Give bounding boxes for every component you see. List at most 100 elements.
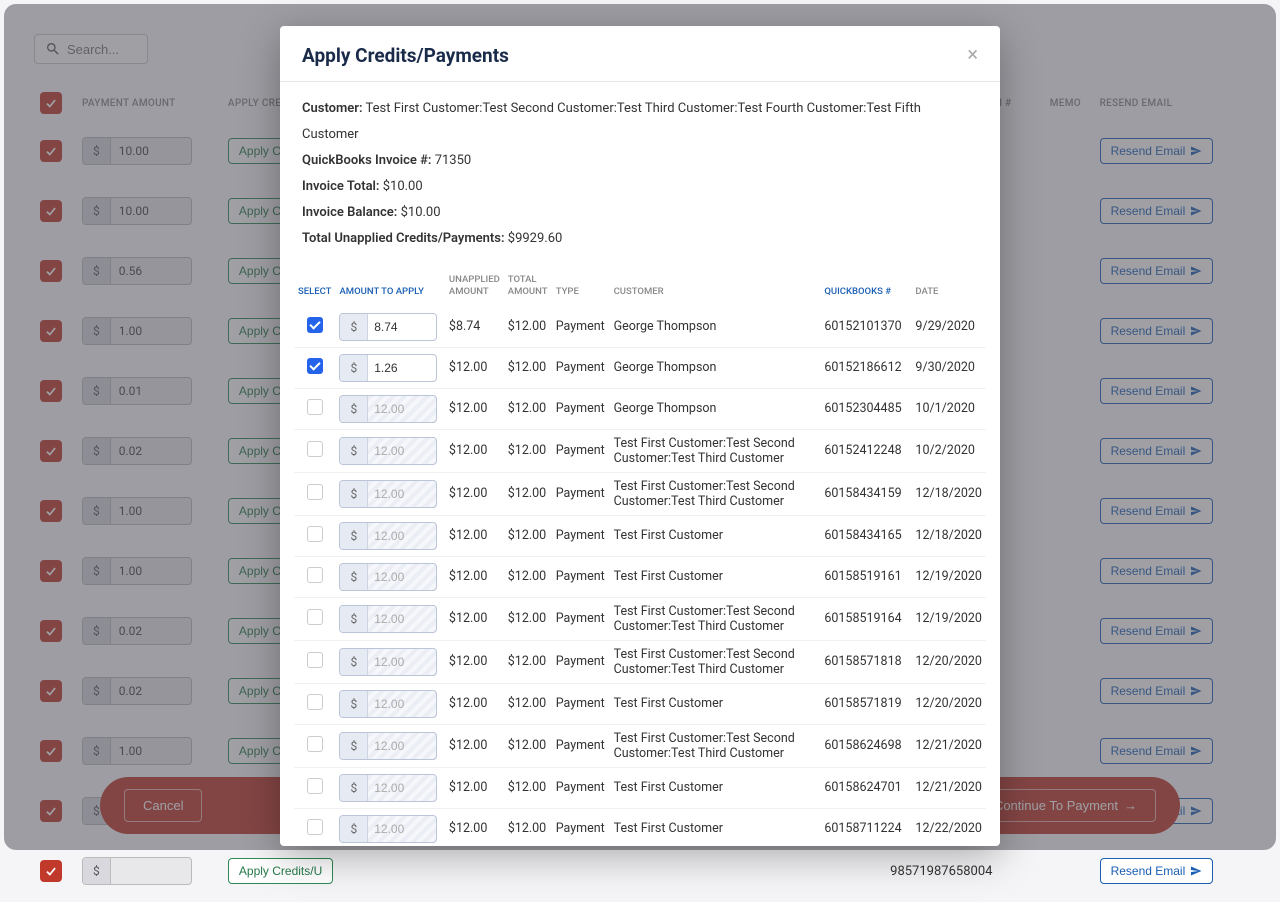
row-select-checkbox[interactable] [307, 484, 323, 500]
payment-amount-input[interactable]: $ [82, 857, 192, 885]
payment-date: 9/30/2020 [911, 347, 986, 388]
payment-type: Payment [552, 767, 610, 808]
payment-type: Payment [552, 808, 610, 846]
row-select-checkbox[interactable] [307, 567, 323, 583]
payment-date: 12/20/2020 [911, 640, 986, 683]
credit-row: $ $12.00 $12.00 Payment Test First Custo… [294, 515, 986, 556]
payment-type: Payment [552, 472, 610, 515]
payment-date: 12/18/2020 [911, 515, 986, 556]
amount-to-apply-input[interactable]: $ [339, 354, 437, 382]
total-amount: $12.00 [504, 347, 552, 388]
amount-to-apply-input: $ [339, 395, 437, 423]
total-amount: $12.00 [504, 388, 552, 429]
payment-type: Payment [552, 640, 610, 683]
unapplied-amount: $12.00 [445, 724, 504, 767]
dollar-icon: $ [340, 816, 368, 842]
amount-field [368, 775, 436, 801]
amount-field [368, 691, 436, 717]
amount-field [368, 523, 436, 549]
row-checkbox[interactable] [40, 860, 62, 882]
row-select-checkbox[interactable] [307, 609, 323, 625]
total-amount: $12.00 [504, 767, 552, 808]
th-unapplied: UNAPPLIED AMOUNT [445, 266, 504, 307]
total-amount: $12.00 [504, 515, 552, 556]
quickbooks-number: 60158624701 [820, 767, 911, 808]
payment-type: Payment [552, 347, 610, 388]
dollar-icon: $ [340, 438, 368, 464]
customer-name: Test First Customer:Test Second Customer… [610, 472, 821, 515]
row-select-checkbox[interactable] [307, 441, 323, 457]
row-select-checkbox[interactable] [307, 819, 323, 835]
credit-row: $ $12.00 $12.00 Payment Test First Custo… [294, 472, 986, 515]
dollar-icon: $ [340, 564, 368, 590]
row-select-checkbox[interactable] [307, 526, 323, 542]
amount-to-apply-input: $ [339, 690, 437, 718]
apply-credits-button[interactable]: Apply Credits/U [228, 858, 333, 884]
th-quickbooks[interactable]: QUICKBOOKS # [820, 266, 911, 307]
amount-field[interactable] [368, 314, 436, 340]
amount-field [368, 816, 436, 842]
amount-to-apply-input: $ [339, 563, 437, 591]
unapplied-amount: $12.00 [445, 683, 504, 724]
dollar-icon: $ [340, 481, 368, 507]
row-select-checkbox[interactable] [307, 399, 323, 415]
unapplied-amount: $12.00 [445, 597, 504, 640]
row-select-checkbox[interactable] [307, 694, 323, 710]
row-select-checkbox[interactable] [307, 317, 323, 333]
payment-date: 10/2/2020 [911, 429, 986, 472]
dollar-icon: $ [340, 396, 368, 422]
dollar-icon: $ [340, 314, 368, 340]
customer-label: Customer: [302, 101, 363, 116]
customer-name: Test First Customer:Test Second Customer… [610, 597, 821, 640]
credit-row: $ $12.00 $12.00 Payment Test First Custo… [294, 597, 986, 640]
th-total: TOTAL AMOUNT [504, 266, 552, 307]
payment-date: 12/20/2020 [911, 683, 986, 724]
quickbooks-number: 60158519164 [820, 597, 911, 640]
th-select[interactable]: SELECT [294, 266, 335, 307]
quickbooks-number: 60158624698 [820, 724, 911, 767]
customer-name: Test First Customer [610, 808, 821, 846]
credit-row: $ $12.00 $12.00 Payment Test First Custo… [294, 429, 986, 472]
transaction-number: 98571987658004 [886, 842, 1044, 900]
row-select-checkbox[interactable] [307, 358, 323, 374]
unapplied-amount: $12.00 [445, 767, 504, 808]
amount-field [368, 649, 436, 675]
amount-field [368, 396, 436, 422]
credit-row: $ $12.00 $12.00 Payment George Thompson … [294, 388, 986, 429]
th-customer: CUSTOMER [610, 266, 821, 307]
unapplied-amount: $12.00 [445, 388, 504, 429]
table-row: $ Apply Credits/U 98571987658004 Resend … [36, 842, 1244, 900]
unapplied-amount: $8.74 [445, 307, 504, 348]
unapplied-amount: $12.00 [445, 556, 504, 597]
amount-to-apply-input: $ [339, 774, 437, 802]
quickbooks-number: 60152304485 [820, 388, 911, 429]
amount-to-apply-input[interactable]: $ [339, 313, 437, 341]
modal-info: Customer: Test First Customer:Test Secon… [280, 82, 1000, 266]
payment-type: Payment [552, 429, 610, 472]
row-select-checkbox[interactable] [307, 652, 323, 668]
customer-name: Test First Customer [610, 683, 821, 724]
customer-name: Test First Customer [610, 556, 821, 597]
credit-row: $ $12.00 $12.00 Payment Test First Custo… [294, 767, 986, 808]
th-amount-to-apply[interactable]: AMOUNT TO APPLY [335, 266, 444, 307]
payment-type: Payment [552, 724, 610, 767]
dollar-icon: $ [340, 691, 368, 717]
payment-date: 12/18/2020 [911, 472, 986, 515]
quickbooks-number: 60152186612 [820, 347, 911, 388]
row-select-checkbox[interactable] [307, 778, 323, 794]
invoice-balance-value: $10.00 [401, 205, 441, 220]
unapplied-amount: $12.00 [445, 347, 504, 388]
close-icon[interactable]: × [967, 44, 978, 64]
dollar-icon: $ [340, 606, 368, 632]
amount-field [368, 606, 436, 632]
amount-field[interactable] [368, 355, 436, 381]
dollar-icon: $ [340, 733, 368, 759]
total-amount: $12.00 [504, 597, 552, 640]
unapplied-amount: $12.00 [445, 640, 504, 683]
qb-invoice-label: QuickBooks Invoice #: [302, 153, 431, 168]
resend-email-button[interactable]: Resend Email [1100, 858, 1214, 884]
quickbooks-number: 60158434159 [820, 472, 911, 515]
amount-value [111, 865, 191, 877]
invoice-balance-label: Invoice Balance: [302, 205, 397, 220]
row-select-checkbox[interactable] [307, 736, 323, 752]
